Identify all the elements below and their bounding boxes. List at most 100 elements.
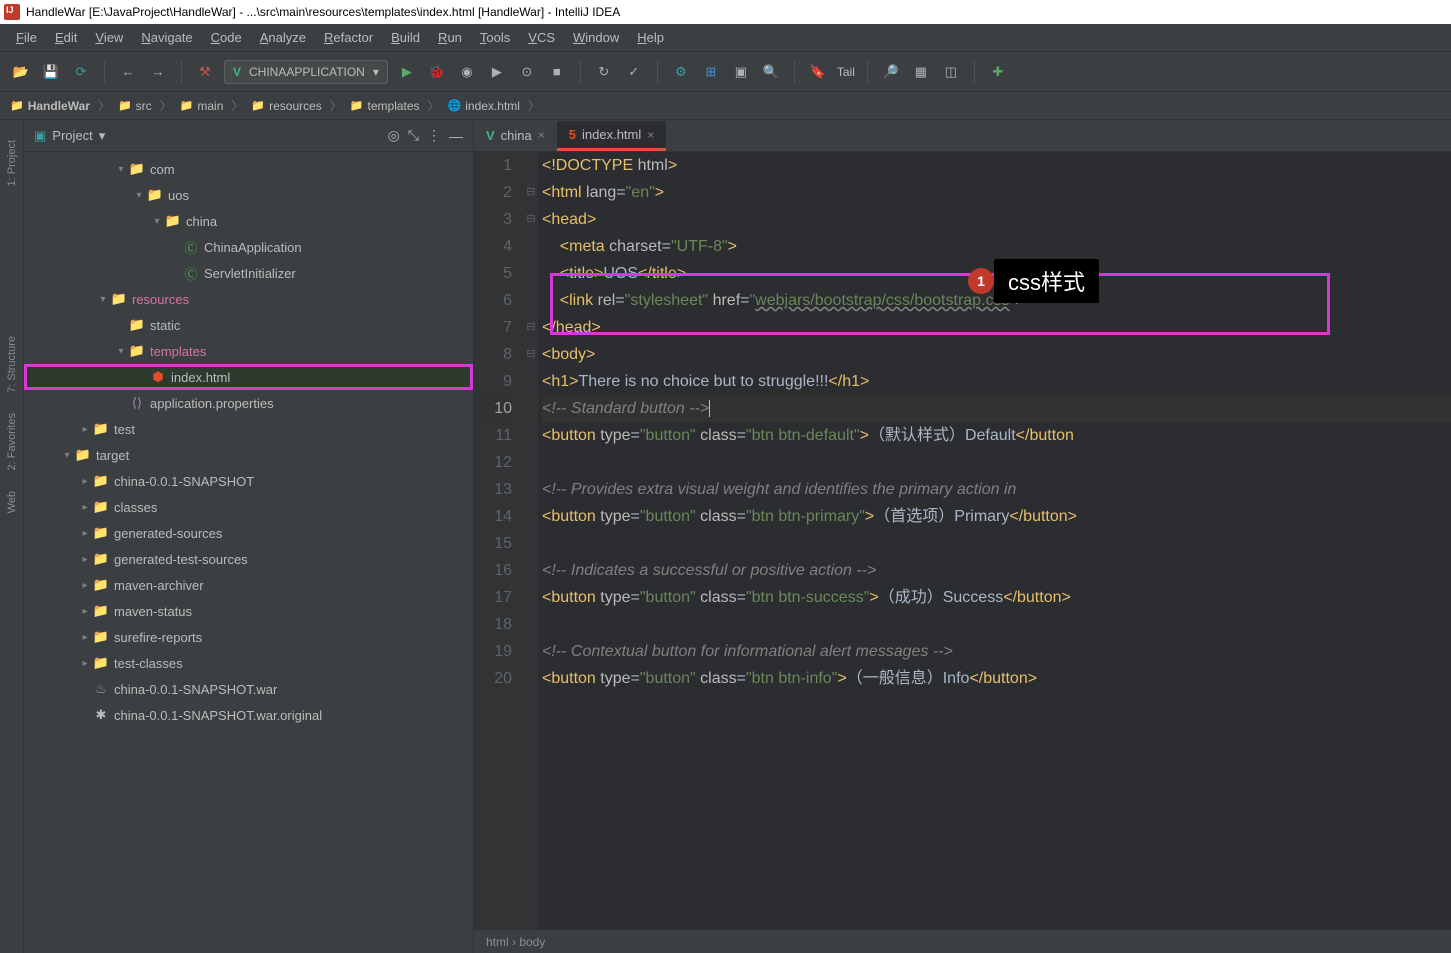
code-line[interactable]: <body>: [542, 341, 1451, 368]
tree-item[interactable]: 📁templates: [24, 338, 473, 364]
line-number[interactable]: 7: [474, 314, 512, 341]
menu-window[interactable]: Window: [565, 27, 627, 48]
editor-tab[interactable]: Vchina×: [474, 121, 557, 151]
menu-vcs[interactable]: VCS: [520, 27, 563, 48]
close-icon[interactable]: ×: [538, 128, 545, 142]
forward-icon[interactable]: →: [147, 61, 169, 83]
code-line[interactable]: <!-- Indicates a successful or positive …: [542, 557, 1451, 584]
hide-icon[interactable]: —: [449, 128, 463, 144]
line-number[interactable]: 13: [474, 476, 512, 503]
breadcrumb-item[interactable]: 🌐index.html: [448, 99, 520, 113]
tree-arrow-icon[interactable]: [78, 658, 92, 669]
tree-item[interactable]: 📁static: [24, 312, 473, 338]
tree-item[interactable]: 📁china-0.0.1-SNAPSHOT: [24, 468, 473, 494]
code-line[interactable]: <button type="button" class="btn btn-pri…: [542, 503, 1451, 530]
line-number[interactable]: 10: [474, 395, 512, 422]
tree-arrow-icon[interactable]: [114, 164, 128, 175]
menu-navigate[interactable]: Navigate: [133, 27, 200, 48]
gutter-structure[interactable]: 7: Structure: [6, 336, 18, 393]
tree-item[interactable]: ✱china-0.0.1-SNAPSHOT.war.original: [24, 702, 473, 728]
code-line[interactable]: </head>: [542, 314, 1451, 341]
tree-item[interactable]: 📁target: [24, 442, 473, 468]
panel-title[interactable]: ▣ Project ▾: [34, 128, 105, 144]
tree-item[interactable]: 📁test: [24, 416, 473, 442]
attach-icon[interactable]: ⊙: [516, 61, 538, 83]
line-number[interactable]: 2: [474, 179, 512, 206]
menu-build[interactable]: Build: [383, 27, 428, 48]
stop-icon[interactable]: ■: [546, 61, 568, 83]
code-line[interactable]: <button type="button" class="btn btn-suc…: [542, 584, 1451, 611]
coverage-icon[interactable]: ◉: [456, 61, 478, 83]
save-icon[interactable]: 💾: [40, 61, 62, 83]
usages-icon[interactable]: ▦: [910, 61, 932, 83]
line-number[interactable]: 5: [474, 260, 512, 287]
tree-item[interactable]: 📁surefire-reports: [24, 624, 473, 650]
project-tree[interactable]: 📁com📁uos📁chinaⒸChinaApplicationⒸServletI…: [24, 152, 473, 953]
menu-refactor[interactable]: Refactor: [316, 27, 381, 48]
menu-help[interactable]: Help: [629, 27, 672, 48]
menu-file[interactable]: File: [8, 27, 45, 48]
code-line[interactable]: <head>: [542, 206, 1451, 233]
tail-label[interactable]: Tail: [837, 65, 855, 79]
gutter-favorites[interactable]: 2: Favorites: [6, 413, 18, 470]
gutter-project[interactable]: 1: Project: [6, 140, 18, 186]
gear-icon[interactable]: ⚙: [670, 61, 692, 83]
profile-icon[interactable]: ▶: [486, 61, 508, 83]
line-number[interactable]: 17: [474, 584, 512, 611]
terminal-icon[interactable]: ▣: [730, 61, 752, 83]
menu-tools[interactable]: Tools: [472, 27, 518, 48]
menu-view[interactable]: View: [87, 27, 131, 48]
line-number[interactable]: 4: [474, 233, 512, 260]
tree-item[interactable]: 📁classes: [24, 494, 473, 520]
editor-tab[interactable]: 5index.html×: [557, 121, 667, 151]
tree-item[interactable]: ⟨⟩application.properties: [24, 390, 473, 416]
fold-marker[interactable]: ⊟: [524, 314, 538, 341]
code-line[interactable]: <!DOCTYPE html>: [542, 152, 1451, 179]
code-line[interactable]: <!-- Provides extra visual weight and id…: [542, 476, 1451, 503]
menu-analyze[interactable]: Analyze: [252, 27, 314, 48]
tree-item[interactable]: 📁china: [24, 208, 473, 234]
line-number[interactable]: 19: [474, 638, 512, 665]
line-number[interactable]: 6: [474, 287, 512, 314]
code-line[interactable]: <button type="button" class="btn btn-def…: [542, 422, 1451, 449]
tree-arrow-icon[interactable]: [78, 580, 92, 591]
code-line[interactable]: <!-- Standard button -->: [542, 395, 1451, 422]
tree-arrow-icon[interactable]: [132, 190, 146, 201]
collapse-icon[interactable]: ⤡: [408, 127, 419, 144]
update-icon[interactable]: ↻: [593, 61, 615, 83]
plugin-icon[interactable]: ✚: [987, 61, 1009, 83]
line-number[interactable]: 1: [474, 152, 512, 179]
tree-arrow-icon[interactable]: [78, 502, 92, 513]
breadcrumb-item[interactable]: 📁src: [118, 99, 152, 113]
code-line[interactable]: <h1>There is no choice but to struggle!!…: [542, 368, 1451, 395]
line-number[interactable]: 18: [474, 611, 512, 638]
tree-item[interactable]: 📁com: [24, 156, 473, 182]
breadcrumb-item[interactable]: 📁resources: [251, 99, 321, 113]
tree-item[interactable]: 📁maven-archiver: [24, 572, 473, 598]
line-number[interactable]: 14: [474, 503, 512, 530]
commit-icon[interactable]: ✓: [623, 61, 645, 83]
line-number[interactable]: 20: [474, 665, 512, 692]
breadcrumb-item[interactable]: 📁main: [180, 99, 224, 113]
tree-item[interactable]: 📁generated-test-sources: [24, 546, 473, 572]
menu-edit[interactable]: Edit: [47, 27, 85, 48]
tree-arrow-icon[interactable]: [60, 450, 74, 461]
gutter-web[interactable]: Web: [6, 491, 18, 513]
target-icon[interactable]: ◎: [388, 127, 400, 144]
bookmark-icon[interactable]: 🔖: [807, 61, 829, 83]
code-line[interactable]: <!-- Contextual button for informational…: [542, 638, 1451, 665]
tree-item[interactable]: 📁resources: [24, 286, 473, 312]
menu-run[interactable]: Run: [430, 27, 470, 48]
tree-arrow-icon[interactable]: [150, 216, 164, 227]
close-icon[interactable]: ×: [647, 128, 654, 142]
tree-item[interactable]: ♨china-0.0.1-SNAPSHOT.war: [24, 676, 473, 702]
code-line[interactable]: [542, 611, 1451, 638]
tree-arrow-icon[interactable]: [78, 632, 92, 643]
tree-arrow-icon[interactable]: [114, 346, 128, 357]
tree-item[interactable]: 📁test-classes: [24, 650, 473, 676]
status-breadcrumb[interactable]: html › body: [486, 935, 545, 949]
structure-icon[interactable]: ◫: [940, 61, 962, 83]
tree-arrow-icon[interactable]: [78, 476, 92, 487]
code-line[interactable]: [542, 530, 1451, 557]
tree-arrow-icon[interactable]: [78, 554, 92, 565]
